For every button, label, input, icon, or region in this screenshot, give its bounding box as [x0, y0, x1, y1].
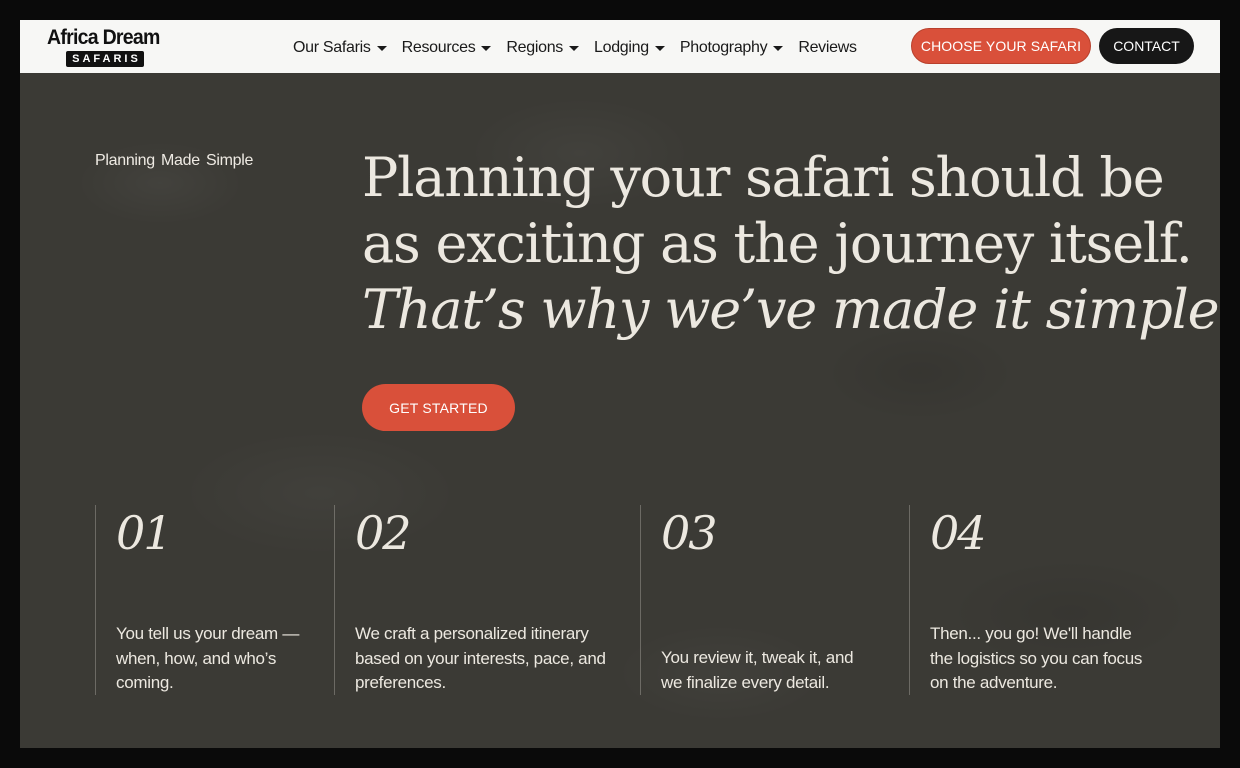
step-item: 02 We craft a personalized itinerary bas… — [334, 505, 640, 695]
site-header: Africa Dream SAFARIS Our Safaris Resourc… — [20, 20, 1220, 73]
nav-item-our-safaris[interactable]: Our Safaris — [293, 36, 387, 57]
chevron-down-icon — [481, 46, 492, 51]
nav-item-label: Resources — [401, 39, 476, 56]
logo-badge: SAFARIS — [66, 51, 144, 67]
headline-line-3-italic: That’s why we’ve made it simple. — [362, 278, 1220, 341]
step-item: 01 You tell us your dream — when, how, a… — [95, 505, 334, 695]
step-item: 04 Then... you go! We'll handle the logi… — [909, 505, 1199, 695]
step-number: 02 — [355, 506, 412, 560]
nav-item-reviews[interactable]: Reviews — [798, 36, 857, 57]
step-description: You review it, tweak it, and we finalize… — [661, 648, 854, 692]
process-steps: 01 You tell us your dream — when, how, a… — [20, 505, 1220, 695]
contact-button[interactable]: CONTACT — [1099, 28, 1194, 64]
nav-item-resources[interactable]: Resources — [402, 36, 492, 57]
hero-headline: Planning your safari should be as exciti… — [362, 145, 1220, 343]
chevron-down-icon — [654, 46, 665, 51]
step-description: We craft a personalized itinerary based … — [355, 624, 606, 692]
site-logo[interactable]: Africa Dream SAFARIS — [47, 27, 162, 67]
chevron-down-icon — [773, 46, 784, 51]
headline-line-1: Planning your safari should be — [362, 146, 1165, 209]
get-started-button[interactable]: GET STARTED — [362, 384, 515, 431]
logo-wordmark: Africa Dream — [47, 26, 160, 49]
hero-eyebrow: Planning Made Simple — [95, 152, 254, 169]
step-number: 03 — [661, 506, 718, 560]
step-item: 03 You review it, tweak it, and we final… — [640, 505, 909, 695]
hero-section: Planning Made Simple Planning your safar… — [20, 73, 1220, 748]
step-number: 01 — [116, 506, 173, 560]
nav-item-label: Reviews — [798, 39, 857, 56]
nav-item-label: Photography — [679, 39, 768, 56]
choose-your-safari-button[interactable]: CHOOSE YOUR SAFARI — [911, 28, 1091, 64]
nav-item-label: Lodging — [594, 39, 649, 56]
nav-item-photography[interactable]: Photography — [679, 36, 784, 57]
nav-item-regions[interactable]: Regions — [506, 36, 580, 57]
step-description: You tell us your dream — when, how, and … — [116, 624, 300, 692]
nav-item-label: Our Safaris — [293, 39, 371, 56]
chevron-down-icon — [569, 46, 580, 51]
browser-viewport: Africa Dream SAFARIS Our Safaris Resourc… — [20, 20, 1220, 748]
nav-item-lodging[interactable]: Lodging — [594, 36, 665, 57]
main-nav: Our Safaris Resources Regions Lodging Ph… — [293, 20, 872, 73]
chevron-down-icon — [376, 46, 387, 51]
headline-line-2: as exciting as the journey itself. — [362, 212, 1193, 275]
nav-item-label: Regions — [506, 39, 564, 56]
step-number: 04 — [930, 506, 987, 560]
step-description: Then... you go! We'll handle the logisti… — [930, 624, 1143, 692]
